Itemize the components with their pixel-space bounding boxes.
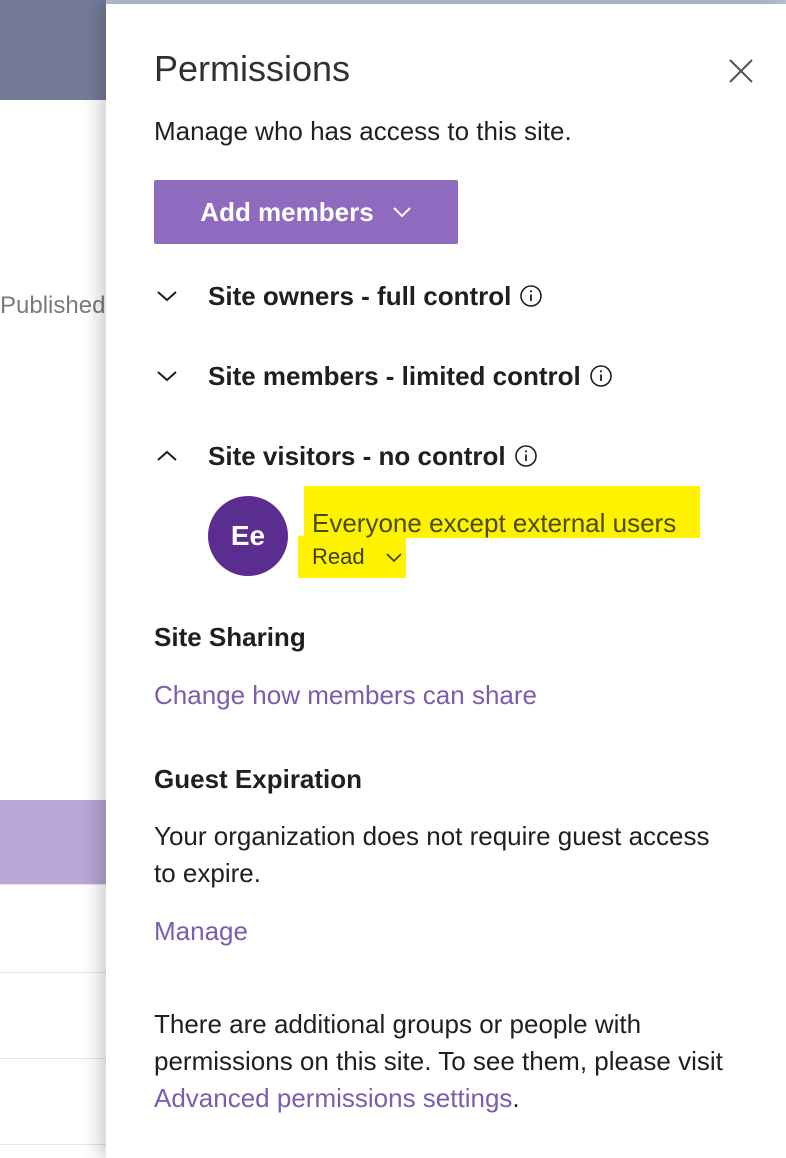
chevron-down-icon <box>386 553 402 563</box>
background-header-band <box>0 0 106 100</box>
additional-permissions-body: There are additional groups or people wi… <box>154 1009 723 1076</box>
group-site-visitors[interactable]: Site visitors - no control <box>154 436 538 476</box>
panel-subtitle: Manage who has access to this site. <box>154 116 572 146</box>
site-sharing-heading: Site Sharing <box>154 622 306 652</box>
info-icon[interactable] <box>514 444 538 468</box>
group-site-owners[interactable]: Site owners - full control <box>154 276 543 316</box>
group-label: Site members - limited control <box>208 360 581 391</box>
close-button[interactable] <box>726 56 756 86</box>
background-divider <box>0 1058 106 1059</box>
footer-suffix: . <box>512 1083 520 1113</box>
permissions-panel: Permissions Manage who has access to thi… <box>106 4 786 1158</box>
background-published-label: Published <box>0 292 106 319</box>
chevron-down-icon <box>157 371 177 382</box>
background-divider <box>0 884 106 885</box>
additional-permissions-text: There are additional groups or people wi… <box>154 1006 734 1117</box>
chevron-up-icon <box>157 450 177 461</box>
chevron-down-icon <box>157 291 177 302</box>
background-page: Published <box>0 0 106 1158</box>
advanced-permissions-link[interactable]: Advanced permissions settings <box>154 1083 512 1113</box>
group-site-members[interactable]: Site members - limited control <box>154 356 613 396</box>
chevron-down-icon <box>392 207 411 218</box>
member-name[interactable]: Everyone except external users <box>312 508 676 539</box>
change-sharing-link[interactable]: Change how members can share <box>154 680 537 711</box>
add-members-button[interactable]: Add members <box>154 180 458 244</box>
member-role-label: Read <box>312 544 365 569</box>
background-divider <box>0 972 106 973</box>
guest-expiration-text: Your organization does not require guest… <box>154 821 710 888</box>
member-role-dropdown[interactable]: Read <box>312 544 403 570</box>
background-selected-row <box>0 800 106 884</box>
group-label: Site visitors - no control <box>208 440 506 471</box>
panel-title: Permissions <box>154 48 351 89</box>
manage-link[interactable]: Manage <box>154 916 248 947</box>
info-icon[interactable] <box>519 284 543 308</box>
background-divider <box>0 1144 106 1145</box>
add-members-label: Add members <box>200 196 374 227</box>
avatar: Ee <box>208 496 288 576</box>
guest-expiration-heading: Guest Expiration <box>154 764 363 794</box>
info-icon[interactable] <box>589 364 613 388</box>
group-label: Site owners - full control <box>208 280 512 311</box>
close-icon <box>729 59 753 83</box>
